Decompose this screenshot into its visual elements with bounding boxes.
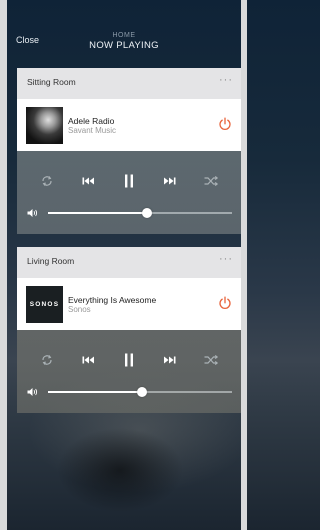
sonos-logo: SONOS	[29, 301, 60, 308]
previous-track-icon[interactable]	[80, 352, 96, 368]
room-card-sitting-room: Sitting Room ··· Adele Radio Savant Musi…	[17, 68, 241, 234]
volume-knob[interactable]	[142, 208, 153, 218]
more-options-button[interactable]: ···	[219, 74, 233, 86]
page-title: NOW PLAYING	[89, 40, 159, 51]
room-header[interactable]: Sitting Room ···	[17, 68, 241, 99]
next-track-icon[interactable]	[162, 352, 178, 368]
speaker-icon	[27, 209, 38, 217]
playback-controls	[17, 330, 241, 413]
volume-fill	[48, 212, 148, 214]
shuffle-icon[interactable]	[203, 173, 219, 189]
room-name: Sitting Room	[27, 77, 76, 87]
power-icon[interactable]	[218, 296, 232, 310]
shuffle-icon[interactable]	[203, 352, 219, 368]
more-options-button[interactable]: ···	[219, 253, 233, 265]
title-group: HOME NOW PLAYING	[7, 32, 241, 52]
volume-knob[interactable]	[136, 387, 147, 397]
room-card-living-room: Living Room ··· SONOS Everything Is Awes…	[17, 247, 241, 413]
right-edge	[241, 0, 247, 530]
track-title: Adele Radio	[68, 116, 115, 126]
power-icon[interactable]	[218, 117, 232, 131]
track-source: Sonos	[68, 305, 91, 314]
pause-icon[interactable]	[121, 173, 137, 189]
track-title: Everything Is Awesome	[68, 295, 157, 305]
room-header[interactable]: Living Room ···	[17, 247, 241, 278]
volume-slider[interactable]	[48, 208, 232, 218]
playback-controls	[17, 151, 241, 234]
top-bar: Close HOME NOW PLAYING	[7, 0, 241, 58]
album-art	[26, 107, 63, 144]
pause-icon[interactable]	[121, 352, 137, 368]
left-edge	[0, 0, 7, 530]
previous-track-icon[interactable]	[80, 173, 96, 189]
now-playing-row[interactable]: SONOS Everything Is Awesome Sonos	[17, 278, 241, 330]
page-subtitle: HOME	[112, 32, 136, 39]
next-track-icon[interactable]	[162, 173, 178, 189]
volume-slider[interactable]	[48, 387, 232, 397]
repeat-icon[interactable]	[39, 173, 55, 189]
room-name: Living Room	[27, 256, 75, 266]
album-art: SONOS	[26, 286, 63, 323]
volume-fill	[48, 391, 142, 393]
repeat-icon[interactable]	[39, 352, 55, 368]
track-source: Savant Music	[68, 126, 117, 135]
speaker-icon	[27, 388, 38, 396]
now-playing-row[interactable]: Adele Radio Savant Music	[17, 99, 241, 151]
